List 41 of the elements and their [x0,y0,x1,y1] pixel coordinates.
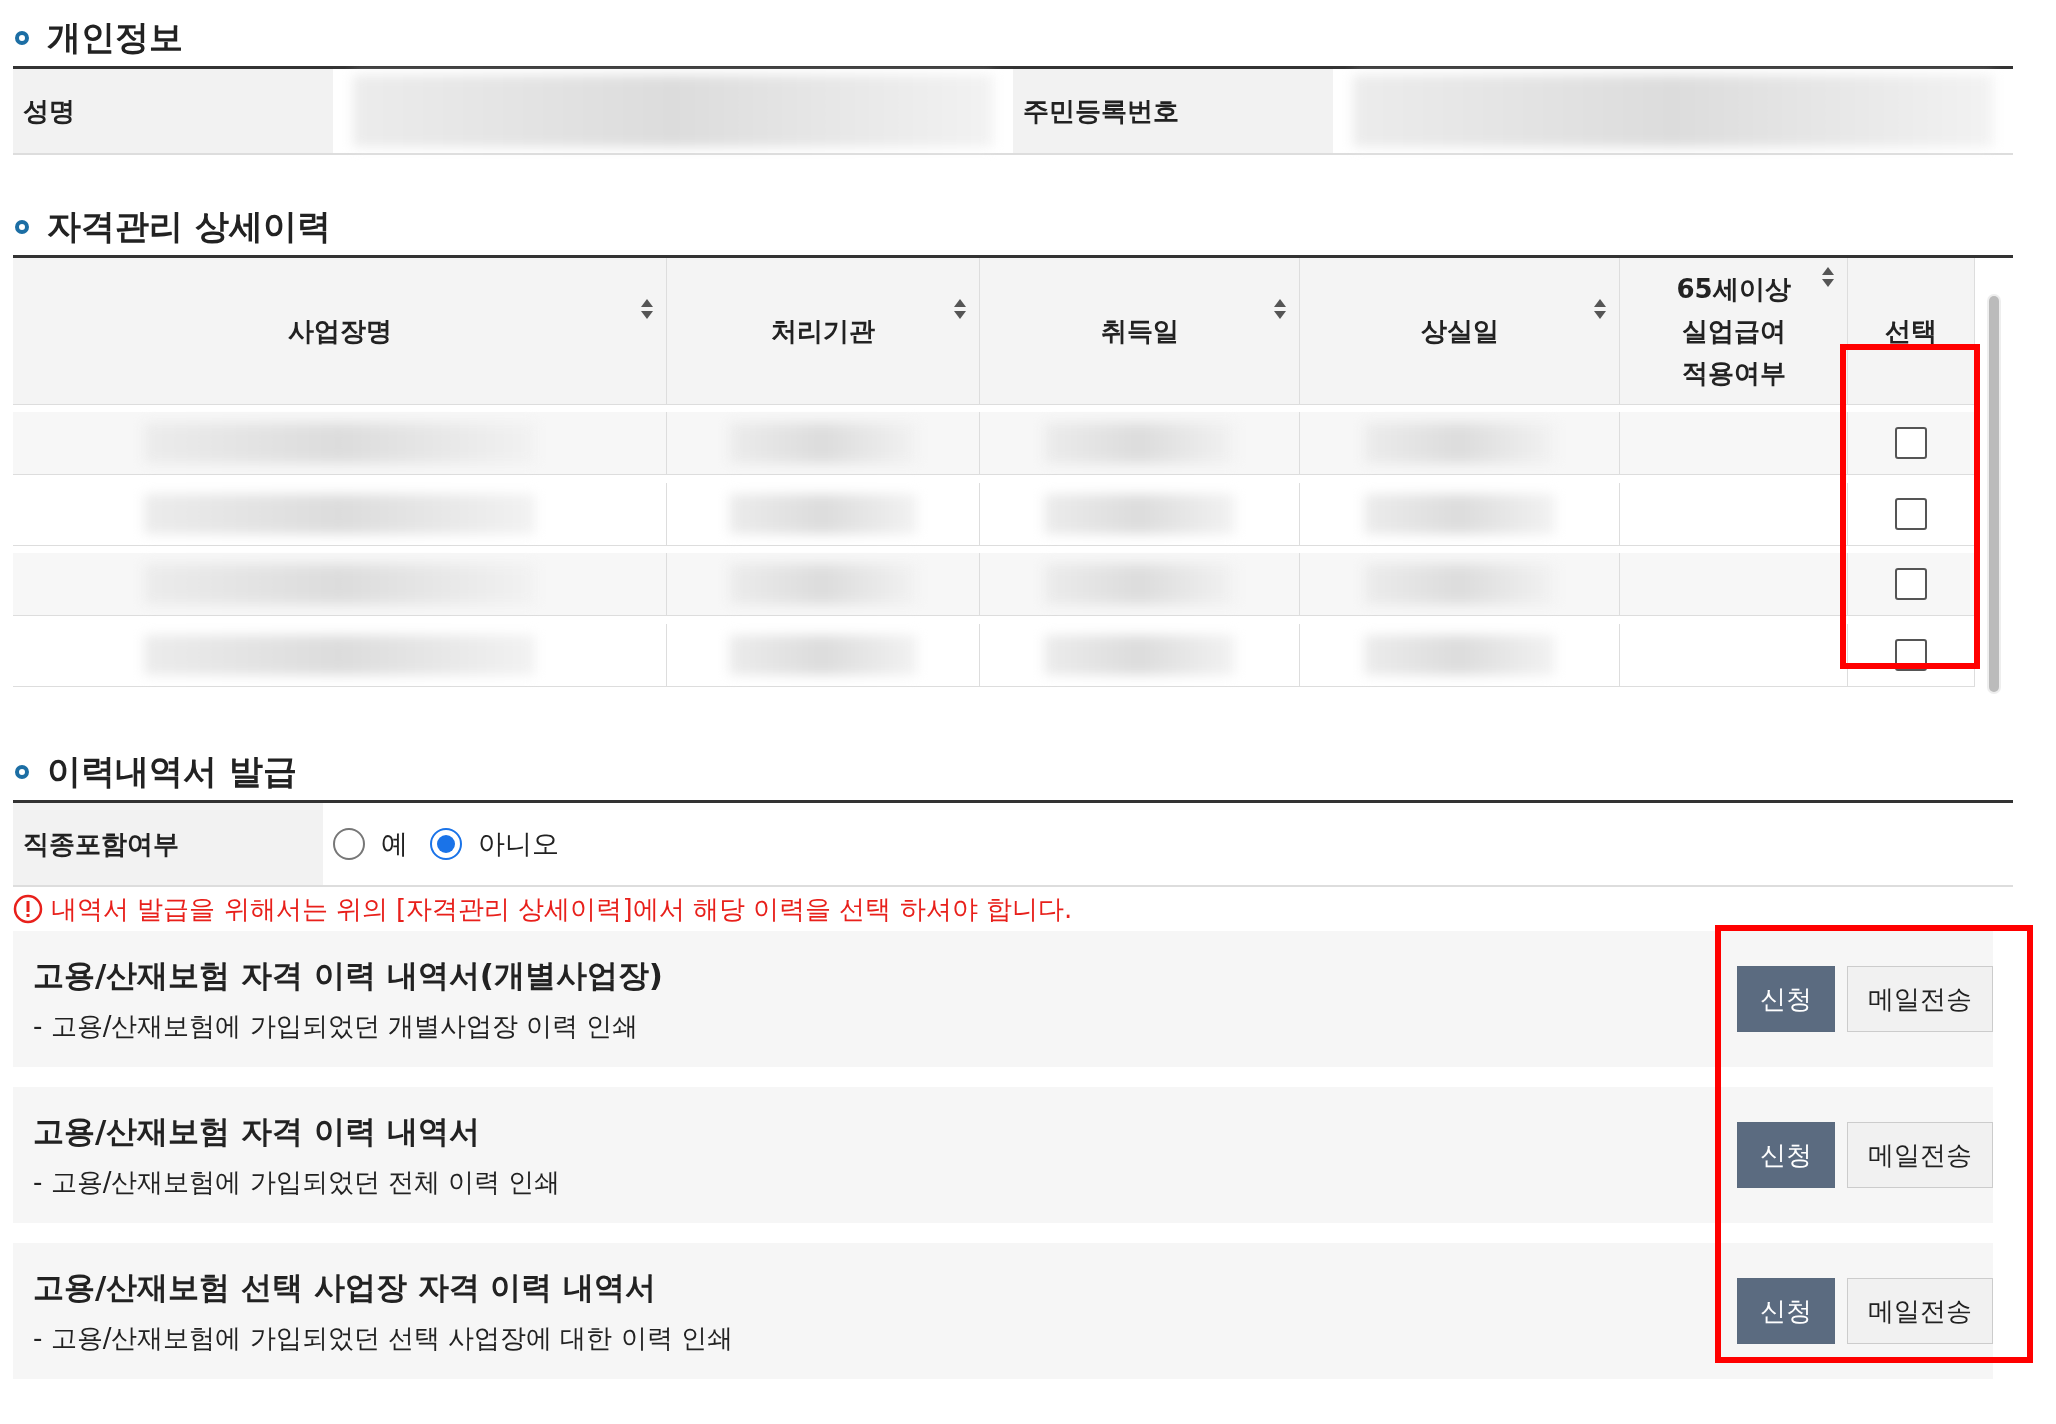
checkbox[interactable] [1895,427,1927,460]
column-header[interactable]: 취득일 [980,258,1300,405]
apply-button[interactable]: 신청 [1737,966,1835,1032]
checkbox[interactable] [1895,497,1927,530]
bullet-icon [15,220,29,234]
bullet-icon [15,31,29,45]
document-description: - 고용/산재보험에 가입되었던 선택 사업장에 대한 이력 인쇄 [33,1321,733,1355]
field-label: 성명 [13,69,333,153]
document-title: 고용/산재보험 자격 이력 내역서(개별사업장) [33,955,664,995]
apply-button[interactable]: 신청 [1737,1278,1835,1344]
column-header[interactable]: 사업장명 [13,258,667,405]
field-label: 주민등록번호 [1013,69,1333,153]
radio-button[interactable] [430,828,462,860]
email-button[interactable]: 메일전송 [1847,966,1993,1032]
document-title: 고용/산재보험 자격 이력 내역서 [33,1111,481,1151]
radio-label: 아니오 [478,827,559,861]
sort-icon [953,298,967,320]
sort-icon [1821,266,1835,288]
radio-button[interactable] [333,828,365,860]
email-button[interactable]: 메일전송 [1847,1122,1993,1188]
section-title: 개인정보 [47,16,183,59]
column-header[interactable]: 상실일 [1300,258,1620,405]
sort-icon [640,298,654,320]
column-header[interactable]: 처리기관 [667,258,980,405]
apply-button[interactable]: 신청 [1737,1122,1835,1188]
column-header: 선택 [1848,258,1975,405]
sort-icon [1593,298,1607,320]
radio-label: 예 [381,827,408,861]
sort-icon [1273,298,1287,320]
warning-icon [13,894,43,924]
section-title: 자격관리 상세이력 [47,205,331,248]
document-description: - 고용/산재보험에 가입되었던 전체 이력 인쇄 [33,1165,561,1199]
document-title: 고용/산재보험 선택 사업장 자격 이력 내역서 [33,1267,658,1307]
column-header[interactable]: 65세이상 실업급여 적용여부 [1620,258,1848,405]
warning-text: 내역서 발급을 위해서는 위의 [자격관리 상세이력]에서 해당 이력을 선택 하셔야 합니다. [51,892,1073,926]
bullet-icon [15,765,29,779]
email-button[interactable]: 메일전송 [1847,1278,1993,1344]
field-label: 직종포함여부 [13,803,323,885]
section-title: 이력내역서 발급 [47,750,297,793]
checkbox[interactable] [1895,568,1927,601]
document-description: - 고용/산재보험에 가입되었던 개별사업장 이력 인쇄 [33,1009,640,1043]
